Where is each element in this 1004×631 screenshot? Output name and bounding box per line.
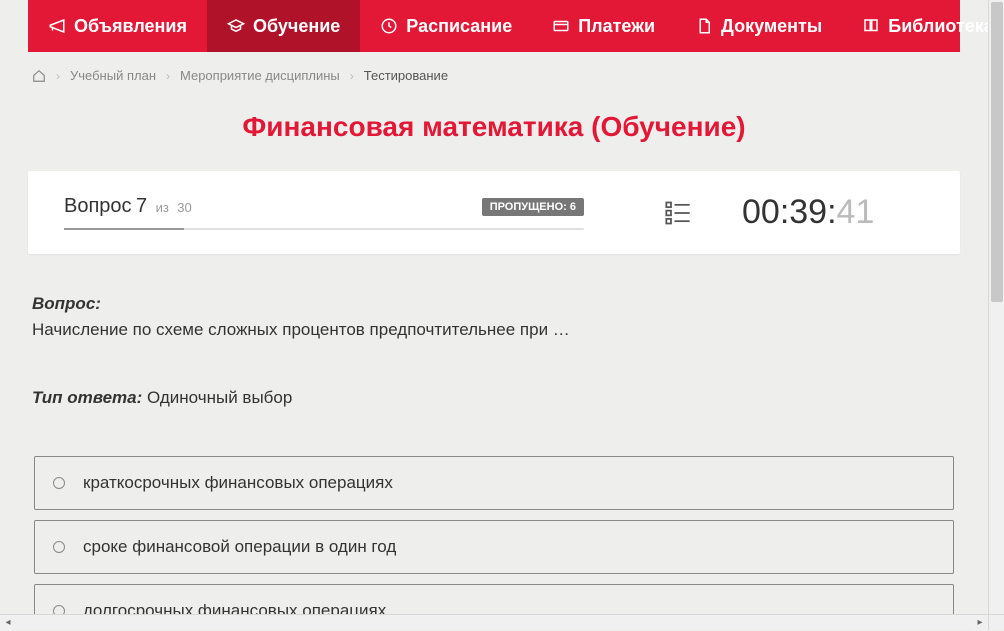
answer-type: Тип ответа: Одиночный выбор [32,388,956,408]
question-block: Вопрос: Начисление по схеме сложных проц… [28,294,960,408]
nav-label: Платежи [578,16,655,37]
answer-option[interactable]: сроке финансовой операции в один год [34,520,954,574]
answer-type-label: Тип ответа: [32,388,142,407]
scrollbar-thumb[interactable] [991,2,1003,302]
answer-type-value: Одиночный выбор [147,388,292,407]
chevron-right-icon: › [166,69,170,83]
status-bar: Вопрос 7 из 30 ПРОПУЩЕНО: 6 [28,171,960,254]
answer-text: сроке финансовой операции в один год [83,537,396,557]
page-title: Финансовая математика (Обучение) [28,111,960,143]
breadcrumb-item[interactable]: Мероприятие дисциплины [180,68,340,83]
breadcrumb-item[interactable]: Учебный план [70,68,156,83]
timer-seconds: 41 [837,193,875,231]
answer-option[interactable]: долгосрочных финансовых операциях [34,584,954,614]
nav-label: Объявления [74,16,187,37]
answer-option[interactable]: краткосрочных финансовых операциях [34,456,954,510]
nav-label: Библиотека [888,16,988,37]
question-total-prefix: из [156,200,169,215]
chevron-right-icon: › [56,69,60,83]
question-header: Вопрос 7 из 30 ПРОПУЩЕНО: 6 [64,195,584,218]
horizontal-scrollbar[interactable]: ◂ ▸ [0,614,988,630]
vertical-scrollbar[interactable] [988,0,1004,614]
progress-fill [64,228,184,230]
skipped-badge: ПРОПУЩЕНО: 6 [482,198,584,216]
main-viewport: Объявления Обучение Расписание Платежи [0,0,988,614]
answer-text: краткосрочных финансовых операциях [83,473,393,493]
skipped-count: 6 [570,201,576,213]
question-number-block: Вопрос 7 из 30 [64,195,192,218]
question-label: Вопрос [64,195,132,217]
breadcrumb-current: Тестирование [364,68,448,83]
nav-item-schedule[interactable]: Расписание [360,0,532,52]
timer-main: 00:39: [742,193,837,231]
scroll-right-button[interactable]: ▸ [972,615,988,631]
nav-label: Расписание [406,16,512,37]
radio-icon[interactable] [53,477,65,489]
chevron-right-icon: › [350,69,354,83]
question-label-heading: Вопрос: [32,294,956,314]
breadcrumb: › Учебный план › Мероприятие дисциплины … [28,52,960,91]
content-wrapper: Объявления Обучение Расписание Платежи [0,0,988,614]
skipped-label: ПРОПУЩЕНО: [490,201,567,213]
radio-icon[interactable] [53,541,65,553]
home-icon[interactable] [32,69,46,83]
nav-label: Обучение [253,16,340,37]
progress-bar [64,228,584,230]
answers-list: краткосрочных финансовых операциях сроке… [28,456,960,614]
education-icon [227,17,245,35]
nav-item-education[interactable]: Обучение [207,0,360,52]
nav-item-documents[interactable]: Документы [675,0,842,52]
nav-item-library[interactable]: Библиотека ▾ [842,0,988,52]
megaphone-icon [48,17,66,35]
nav-item-payments[interactable]: Платежи [532,0,675,52]
question-grid-button[interactable] [584,199,742,227]
main-navbar: Объявления Обучение Расписание Платежи [28,0,960,52]
nav-label: Документы [721,16,822,37]
document-icon [695,17,713,35]
library-icon [862,17,880,35]
scrollbar-corner [988,614,1004,630]
scroll-left-button[interactable]: ◂ [0,615,16,631]
question-progress: Вопрос 7 из 30 ПРОПУЩЕНО: 6 [64,195,584,230]
grid-list-icon [664,199,692,227]
question-number: 7 [136,195,147,217]
nav-item-announcements[interactable]: Объявления [28,0,207,52]
timer: 00:39:41 [742,193,874,232]
payments-icon [552,17,570,35]
question-text: Начисление по схеме сложных процентов пр… [32,320,956,340]
answer-text: долгосрочных финансовых операциях [83,601,386,614]
clock-icon [380,17,398,35]
question-total: 30 [177,200,191,215]
radio-icon[interactable] [53,605,65,614]
